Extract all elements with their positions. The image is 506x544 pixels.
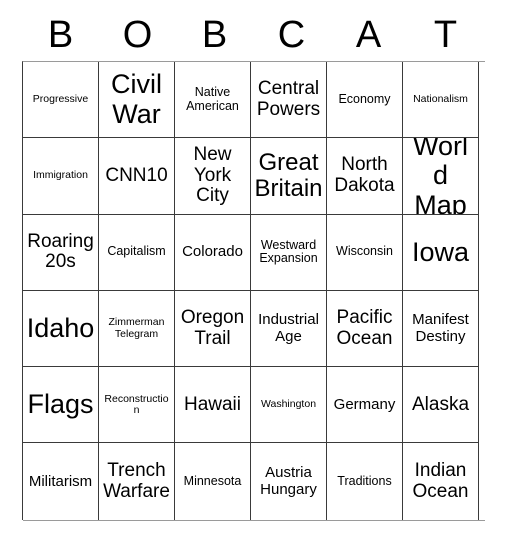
bingo-cell-label: North Dakota xyxy=(334,154,395,196)
bingo-header-letter-4: A xyxy=(355,13,382,56)
bingo-cell-label: Flags xyxy=(27,389,94,420)
bingo-cell-label: Roaring 20s xyxy=(27,230,94,273)
bingo-cell-label: Progressive xyxy=(32,92,89,105)
bingo-header-letter-5: T xyxy=(433,13,458,56)
bingo-cell-r5-c5[interactable]: Indian Ocean xyxy=(403,443,479,520)
bingo-cell-label: Manifest Destiny xyxy=(412,311,469,345)
bingo-cell-r3-c5[interactable]: Manifest Destiny xyxy=(403,290,479,368)
bingo-cell-label: Nationalism xyxy=(413,92,468,105)
bingo-cell-r1-c3[interactable]: Great Britain xyxy=(251,138,327,215)
bingo-cell-r1-c0[interactable]: Immigration xyxy=(23,138,99,215)
bingo-cell-r1-c1[interactable]: CNN10 xyxy=(99,138,175,215)
bingo-cell-r3-c0[interactable]: Idaho xyxy=(23,290,99,368)
bingo-header-letter-2: B xyxy=(201,13,228,56)
bingo-row: Progressive Civil War Native American Centr… xyxy=(23,62,485,139)
bingo-cell-r3-c3[interactable]: Industrial Age xyxy=(251,290,327,368)
bingo-cell-r3-c1[interactable]: Zimmerman Telegram xyxy=(99,290,175,368)
bingo-cell-r0-c1[interactable]: Civil War xyxy=(99,62,175,139)
bingo-cell-label: Trench Warfare xyxy=(103,460,170,502)
bingo-cell-label: Native American xyxy=(186,85,239,113)
bingo-row: Roaring 20s Capitalism Colorado Westward Ex… xyxy=(23,214,485,291)
bingo-cell-label: Minnesota xyxy=(183,473,242,488)
bingo-row: Immigration CNN10 New York City Great Brita… xyxy=(23,138,485,215)
bingo-cell-label: Indian Ocean xyxy=(412,460,469,502)
bingo-cell-label: Zimmerman Telegram xyxy=(108,316,165,340)
bingo-cell-r5-c2[interactable]: Minnesota xyxy=(175,443,251,520)
bingo-cell-r2-c4[interactable]: Wisconsin xyxy=(327,214,403,291)
bingo-card: B O B C A T Progressive Civil War Native Americ… xyxy=(0,0,506,544)
bingo-cell-r0-c2[interactable]: Native American xyxy=(175,62,251,139)
bingo-cell-label: CNN10 xyxy=(105,164,168,186)
bingo-cell-r2-c0[interactable]: Roaring 20s xyxy=(23,214,99,291)
bingo-cell-r0-c0[interactable]: Progressive xyxy=(23,62,99,139)
bingo-cell-label: Central Powers xyxy=(256,78,321,120)
bingo-cell-label: Militarism xyxy=(28,472,93,490)
bingo-cell-label: Industrial Age xyxy=(258,311,319,345)
bingo-cell-label: Germany xyxy=(333,395,396,413)
bingo-cell-r2-c1[interactable]: Capitalism xyxy=(99,214,175,291)
bingo-cell-label: Washington xyxy=(260,398,317,411)
bingo-cell-r3-c2[interactable]: Oregon Trail xyxy=(175,290,251,368)
bingo-cell-label: Iowa xyxy=(411,236,470,267)
bingo-cell-label: World Map xyxy=(412,138,468,215)
bingo-row: Flags Reconstruction Hawaii Washington Germa… xyxy=(23,367,485,444)
bingo-cell-r1-c5[interactable]: World Map xyxy=(403,138,479,215)
bingo-cell-label: New York City xyxy=(193,144,232,207)
bingo-cell-r4-c5[interactable]: Alaska xyxy=(403,367,479,444)
bingo-cell-label: Economy xyxy=(338,91,391,106)
bingo-grid: Progressive Civil War Native American Centr… xyxy=(22,61,485,521)
bingo-cell-label: Hawaii xyxy=(183,393,242,415)
bingo-cell-label: Austria Hungary xyxy=(260,464,317,498)
bingo-row: Militarism Trench Warfare Minnesota Austria… xyxy=(23,443,485,521)
bingo-cell-r1-c2[interactable]: New York City xyxy=(175,138,251,215)
bingo-cell-r0-c4[interactable]: Economy xyxy=(327,62,403,139)
bingo-cell-label: Immigration xyxy=(33,169,88,182)
bingo-cell-label: Pacific Ocean xyxy=(336,307,393,349)
bingo-header-row: BOBCAT xyxy=(22,8,484,61)
bingo-cell-r5-c0[interactable]: Militarism xyxy=(23,443,99,520)
bingo-cell-r5-c3[interactable]: Austria Hungary xyxy=(251,443,327,520)
bingo-cell-label: Alaska xyxy=(411,393,470,415)
bingo-cell-r2-c5[interactable]: Iowa xyxy=(403,214,479,291)
bingo-cell-label: Capitalism xyxy=(107,244,166,259)
bingo-cell-label: Great Britain xyxy=(254,149,323,202)
bingo-cell-label: Reconstruction xyxy=(104,392,169,416)
bingo-cell-r4-c2[interactable]: Hawaii xyxy=(175,367,251,444)
bingo-cell-r5-c1[interactable]: Trench Warfare xyxy=(99,443,175,520)
bingo-cell-r3-c4[interactable]: Pacific Ocean xyxy=(327,290,403,368)
bingo-cell-r0-c3[interactable]: Central Powers xyxy=(251,62,327,139)
bingo-cell-r2-c2[interactable]: Colorado xyxy=(175,214,251,291)
bingo-cell-label: Westward Expansion xyxy=(259,237,318,266)
bingo-header-letter-0: B xyxy=(47,13,74,56)
bingo-cell-r5-c4[interactable]: Traditions xyxy=(327,443,403,520)
bingo-cell-r4-c1[interactable]: Reconstruction xyxy=(99,367,175,444)
bingo-cell-label: Traditions xyxy=(337,473,392,488)
bingo-cell-label: Oregon Trail xyxy=(180,307,245,349)
bingo-cell-r4-c0[interactable]: Flags xyxy=(23,367,99,444)
bingo-cell-label: Idaho xyxy=(26,312,95,343)
bingo-header-letter-1: O xyxy=(122,13,153,56)
bingo-cell-r1-c4[interactable]: North Dakota xyxy=(327,138,403,215)
bingo-cell-r4-c4[interactable]: Germany xyxy=(327,367,403,444)
bingo-cell-r0-c5[interactable]: Nationalism xyxy=(403,62,479,139)
bingo-cell-r2-c3[interactable]: Westward Expansion xyxy=(251,214,327,291)
bingo-cell-label: Colorado xyxy=(182,243,243,261)
bingo-row: Idaho Zimmerman Telegram Oregon Trail Indus… xyxy=(23,290,485,368)
bingo-header-letter-3: C xyxy=(277,13,306,56)
bingo-cell-label: Wisconsin xyxy=(336,244,393,259)
bingo-cell-r4-c3[interactable]: Washington xyxy=(251,367,327,444)
bingo-cell-label: Civil War xyxy=(111,69,162,129)
